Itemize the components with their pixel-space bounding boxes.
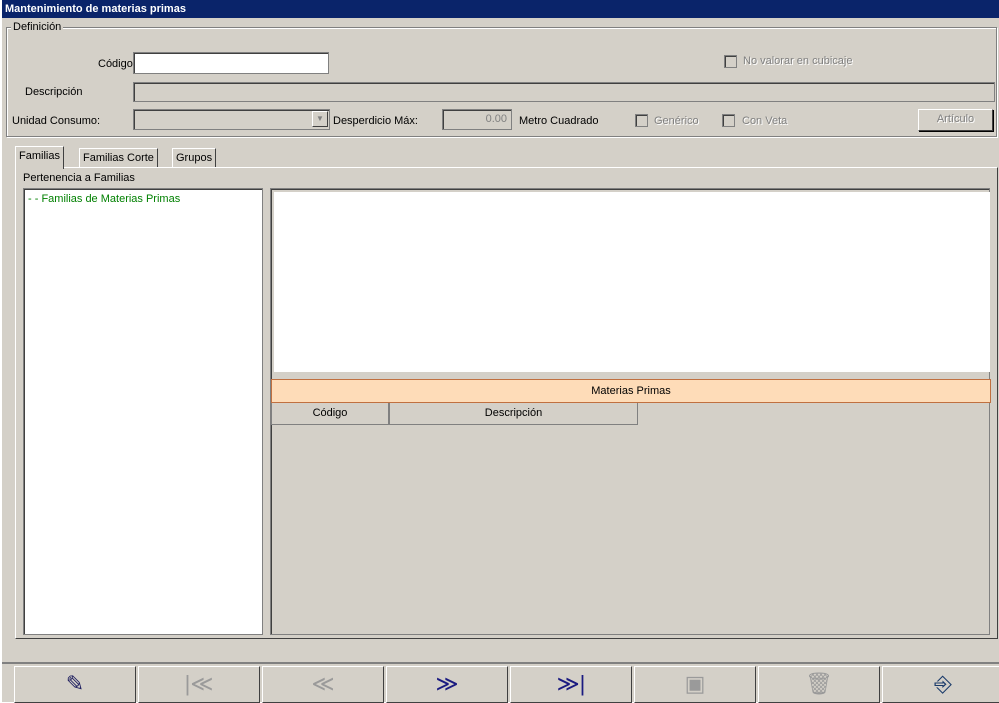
exit-door-icon: ⎆	[934, 671, 952, 696]
next-record-button[interactable]: ≫	[386, 666, 508, 703]
codigo-input[interactable]	[133, 52, 329, 74]
first-icon: |≪	[184, 671, 214, 696]
descripcion-input[interactable]	[133, 82, 995, 102]
window-title: Mantenimiento de materias primas	[2, 0, 999, 18]
definition-group-label: Definición	[11, 21, 64, 33]
tab-familias-corte[interactable]: Familias Corte	[79, 148, 158, 168]
no-valorar-checkbox[interactable]	[724, 55, 737, 68]
generico-label: Genérico	[654, 115, 699, 127]
exit-button[interactable]: ⎆	[882, 666, 999, 703]
next-icon: ≫	[435, 671, 459, 696]
previous-icon: ≪	[311, 671, 335, 696]
unidad-consumo-select[interactable]: ▼	[133, 109, 330, 130]
pertenencia-familias-label: Pertenencia a Familias	[21, 172, 137, 184]
familias-tree[interactable]: - - Familias de Materias Primas	[23, 188, 263, 635]
pencil-icon: ✎	[65, 671, 85, 696]
main-window: Mantenimiento de materias primas Definic…	[0, 0, 999, 703]
desperdicio-label: Desperdicio Máx:	[333, 115, 418, 127]
tree-item-familias-materias-primas[interactable]: - - Familias de Materias Primas	[28, 193, 180, 205]
chevron-down-icon[interactable]: ▼	[312, 111, 328, 127]
generico-checkbox[interactable]	[635, 114, 648, 127]
floppy-icon: ▣	[684, 671, 706, 696]
edit-button[interactable]: ✎	[14, 666, 136, 703]
articulo-button[interactable]: Artículo	[918, 109, 993, 131]
delete-button[interactable]: 🗑	[758, 666, 880, 703]
unidad-consumo-label: Unidad Consumo:	[12, 115, 101, 127]
last-icon: ≫|	[556, 671, 586, 696]
tab-familias[interactable]: Familias	[15, 146, 64, 169]
no-valorar-label: No valorar en cubicaje	[743, 55, 853, 67]
con-veta-label: Con Veta	[742, 115, 788, 127]
materias-primas-pane: Materias Primas Código Descripción	[270, 188, 991, 635]
column-header-descripcion[interactable]: Descripción	[389, 403, 638, 425]
previous-record-button[interactable]: ≪	[262, 666, 384, 703]
last-record-button[interactable]: ≫|	[510, 666, 632, 703]
descripcion-label: Descripción	[25, 86, 83, 98]
codigo-label: Código:	[98, 58, 136, 70]
desperdicio-value: 0.00	[485, 113, 507, 125]
desperdicio-input[interactable]: 0.00	[442, 109, 512, 130]
con-veta-checkbox[interactable]	[722, 114, 735, 127]
save-button[interactable]: ▣	[634, 666, 756, 703]
metro-cuadrado-label: Metro Cuadrado	[519, 115, 599, 127]
tab-grupos[interactable]: Grupos	[172, 148, 217, 168]
detail-area	[274, 192, 990, 372]
first-record-button[interactable]: |≪	[138, 666, 260, 703]
grid-caption: Materias Primas	[271, 379, 991, 403]
column-header-codigo[interactable]: Código	[271, 403, 389, 425]
trash-icon: 🗑	[805, 671, 833, 696]
